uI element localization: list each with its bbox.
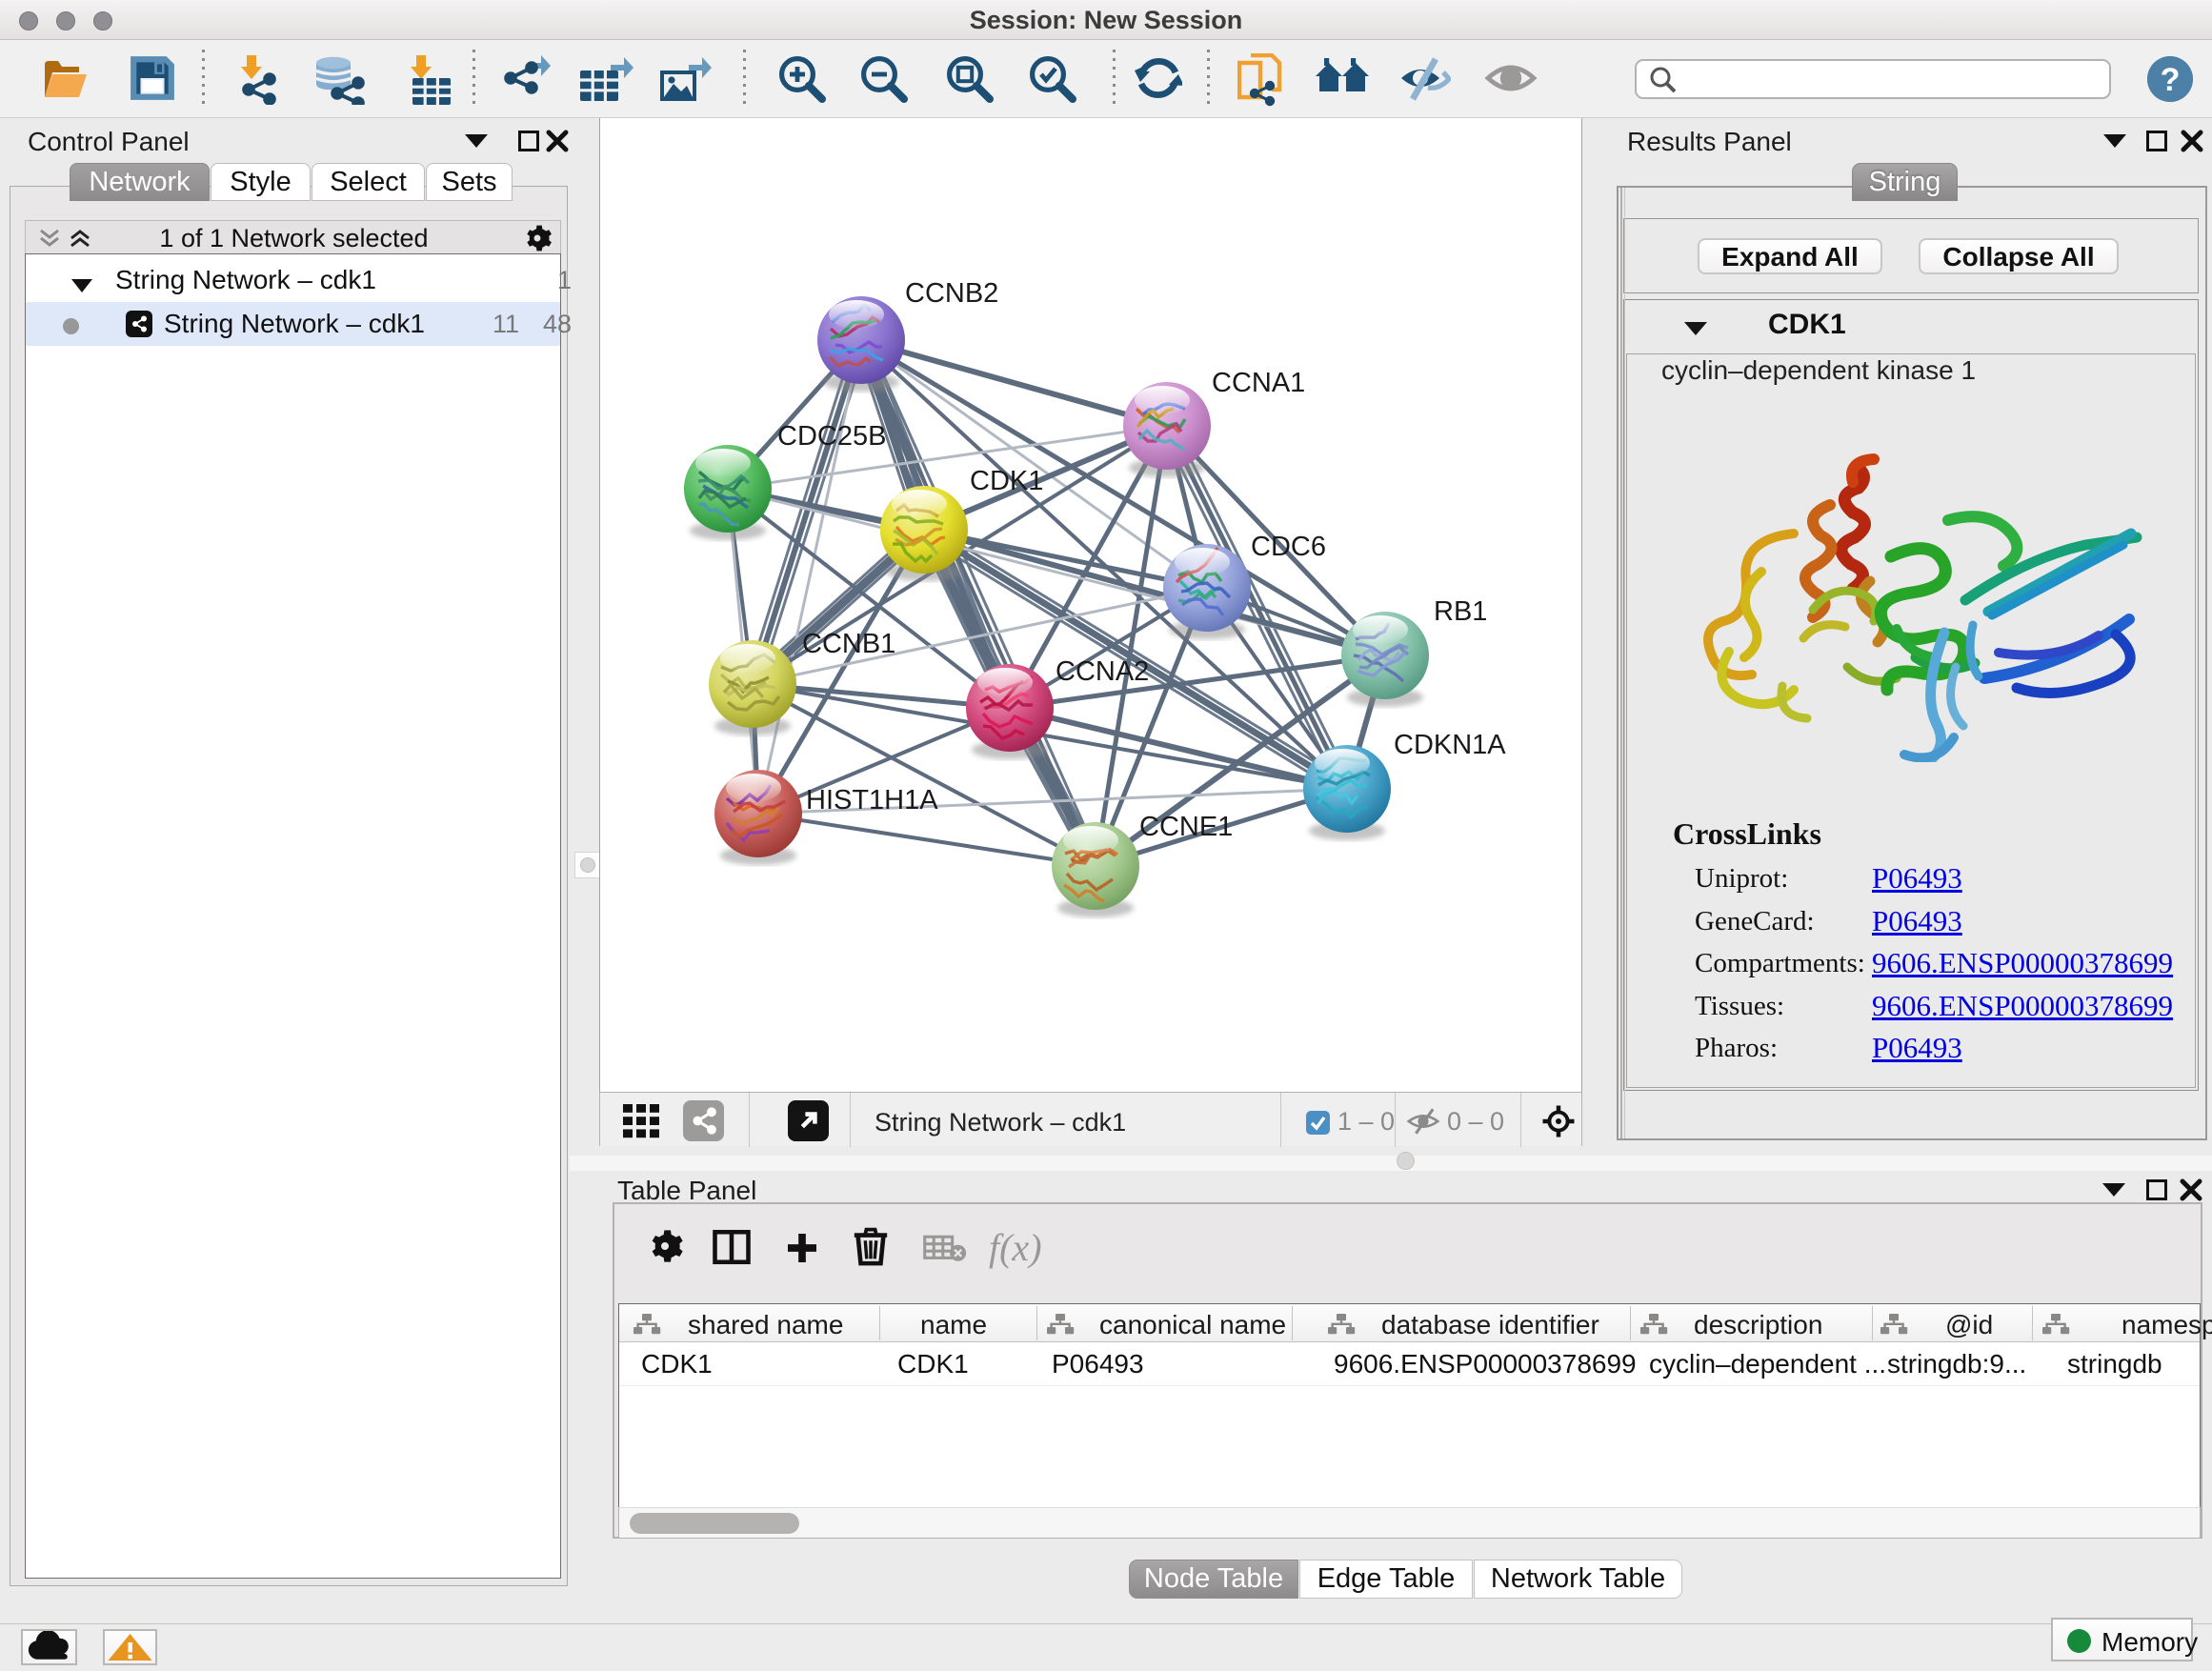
svg-text:HIST1H1A: HIST1H1A (806, 785, 938, 815)
svg-text:?: ? (2161, 62, 2181, 98)
svg-text:CCNB2: CCNB2 (905, 278, 998, 309)
svg-text:RB1: RB1 (1434, 596, 1487, 627)
svg-text:CDC6: CDC6 (1251, 532, 1326, 562)
svg-text:CDC25B: CDC25B (777, 421, 886, 452)
svg-text:CDKN1A: CDKN1A (1394, 730, 1506, 760)
svg-text:CDK1: CDK1 (970, 466, 1043, 496)
svg-text:CCNE1: CCNE1 (1139, 812, 1233, 842)
svg-text:CCNB1: CCNB1 (802, 629, 895, 659)
svg-text:CCNA2: CCNA2 (1056, 656, 1149, 687)
svg-text:CCNA1: CCNA1 (1212, 368, 1305, 398)
